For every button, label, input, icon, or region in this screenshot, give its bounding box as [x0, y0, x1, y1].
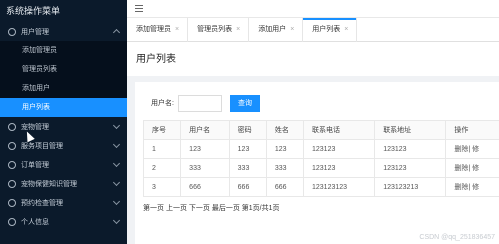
cell: 666: [228, 177, 267, 197]
table-row: 2 333 333 333 123123 123123 删除| 修: [142, 158, 499, 178]
tab-label: 添加用户: [258, 26, 287, 33]
cell: 123: [180, 139, 230, 159]
chevron-down-icon: [112, 121, 121, 130]
menu-health-knowledge[interactable]: 宠物保健知识管理: [0, 174, 127, 193]
profile-icon: [8, 217, 16, 226]
menu-appointment[interactable]: 预约检查管理: [0, 193, 127, 212]
col-header: 联系电话: [302, 120, 376, 140]
content-panel: 用户名: 查询 序号 用户名 密码 姓名 联系电话 联系地址 操作 1 123 …: [135, 82, 499, 244]
close-icon[interactable]: ×: [175, 26, 179, 33]
cell: 123123: [374, 139, 447, 159]
cell: 666: [180, 177, 230, 197]
username-input[interactable]: [177, 94, 222, 112]
cell: 3: [142, 177, 182, 197]
app-title: 系统操作菜单: [0, 0, 127, 22]
chevron-down-icon: [112, 216, 121, 225]
col-header: 姓名: [265, 120, 305, 140]
cell: 123123: [302, 139, 376, 159]
menu-label: 个人信息: [21, 218, 49, 226]
health-icon: [8, 179, 16, 188]
sidebar: 系统操作菜单 用户管理 添加管理员 管理员列表 添加用户 用户列表 宠物管理 服…: [0, 0, 127, 244]
cell: 123123123: [302, 177, 376, 197]
tab-admin-list[interactable]: 管理员列表 ×: [188, 18, 250, 42]
col-header: 密码: [228, 120, 267, 140]
sidebar-item-user-list[interactable]: 用户列表: [0, 98, 127, 117]
tab-add-user[interactable]: 添加用户 ×: [249, 18, 304, 42]
menu-profile[interactable]: 个人信息: [0, 212, 127, 231]
search-button[interactable]: 查询: [229, 94, 260, 112]
tab-label: 添加管理员: [136, 26, 171, 33]
top-bar: [127, 0, 499, 18]
menu-pet-management[interactable]: 宠物管理: [0, 117, 127, 136]
order-icon: [8, 160, 16, 169]
menu-user-management[interactable]: 用户管理: [0, 22, 127, 41]
table-row: 3 666 666 666 123123123 123123213 删除| 修: [142, 177, 499, 197]
cell: 1: [142, 139, 182, 159]
submenu-user: 添加管理员 管理员列表 添加用户 用户列表: [0, 41, 127, 117]
col-header: 操作: [445, 120, 499, 140]
cell: 333: [228, 158, 267, 178]
cell: 123123: [302, 158, 376, 178]
col-header: 联系地址: [374, 120, 447, 140]
tab-user-list[interactable]: 用户列表 ×: [303, 18, 358, 42]
cell: 123123213: [374, 177, 447, 197]
user-icon: [8, 27, 16, 36]
sidebar-item-admin-list[interactable]: 管理员列表: [0, 60, 127, 79]
row-actions[interactable]: 删除| 修: [445, 177, 499, 197]
main-area: 用户列表 用户名: 查询 序号 用户名 密码 姓名 联系电话 联系地址 操作 1…: [127, 42, 499, 244]
search-label: 用户名:: [151, 100, 174, 107]
menu-service-management[interactable]: 服务项目管理: [0, 136, 127, 155]
page-title: 用户列表: [127, 42, 499, 76]
appointment-icon: [8, 198, 16, 207]
chevron-down-icon: [112, 159, 121, 168]
row-actions[interactable]: 删除| 修: [445, 139, 499, 159]
chevron-down-icon: [112, 197, 121, 206]
cell: 2: [142, 158, 182, 178]
menu-label: 宠物保健知识管理: [21, 180, 77, 188]
col-header: 用户名: [180, 120, 230, 140]
close-icon[interactable]: ×: [344, 26, 348, 33]
close-icon[interactable]: ×: [236, 26, 240, 33]
table-header-row: 序号 用户名 密码 姓名 联系电话 联系地址 操作: [142, 120, 499, 140]
chevron-down-icon: [112, 178, 121, 187]
menu-label: 宠物管理: [21, 123, 49, 131]
menu-label: 订单管理: [21, 161, 49, 169]
sidebar-item-add-admin[interactable]: 添加管理员: [0, 41, 127, 60]
close-icon[interactable]: ×: [290, 26, 294, 33]
pagination[interactable]: 第一页 上一页 下一页 最后一页 第1页/共1页: [143, 203, 499, 213]
table-row: 1 123 123 123 123123 123123 删除| 修: [142, 139, 499, 159]
cell: 666: [265, 177, 305, 197]
menu-group-user: 用户管理 添加管理员 管理员列表 添加用户 用户列表: [0, 22, 127, 117]
col-header: 序号: [142, 120, 182, 140]
cell: 123: [228, 139, 267, 159]
cell: 333: [265, 158, 305, 178]
row-actions[interactable]: 删除| 修: [445, 158, 499, 178]
cell: 333: [180, 158, 230, 178]
service-icon: [8, 141, 16, 150]
cell: 123: [265, 139, 305, 159]
chevron-up-icon: [112, 28, 121, 37]
menu-toggle-icon[interactable]: [135, 5, 143, 14]
search-form: 用户名: 查询: [151, 92, 499, 114]
tab-add-admin[interactable]: 添加管理员 ×: [127, 18, 189, 42]
menu-label: 预约检查管理: [21, 199, 63, 207]
tab-bar: 添加管理员 × 管理员列表 × 添加用户 × 用户列表 ×: [127, 18, 499, 42]
chevron-down-icon: [112, 140, 121, 149]
user-table: 序号 用户名 密码 姓名 联系电话 联系地址 操作 1 123 123 123 …: [142, 120, 499, 197]
tab-label: 管理员列表: [197, 26, 233, 33]
sidebar-item-add-user[interactable]: 添加用户: [0, 79, 127, 98]
pet-icon: [8, 122, 16, 131]
menu-order-management[interactable]: 订单管理: [0, 155, 127, 174]
tab-label: 用户列表: [312, 26, 341, 33]
menu-label: 用户管理: [21, 28, 49, 36]
watermark: CSDN @qq_251836457: [419, 234, 495, 241]
cell: 123123: [374, 158, 447, 178]
